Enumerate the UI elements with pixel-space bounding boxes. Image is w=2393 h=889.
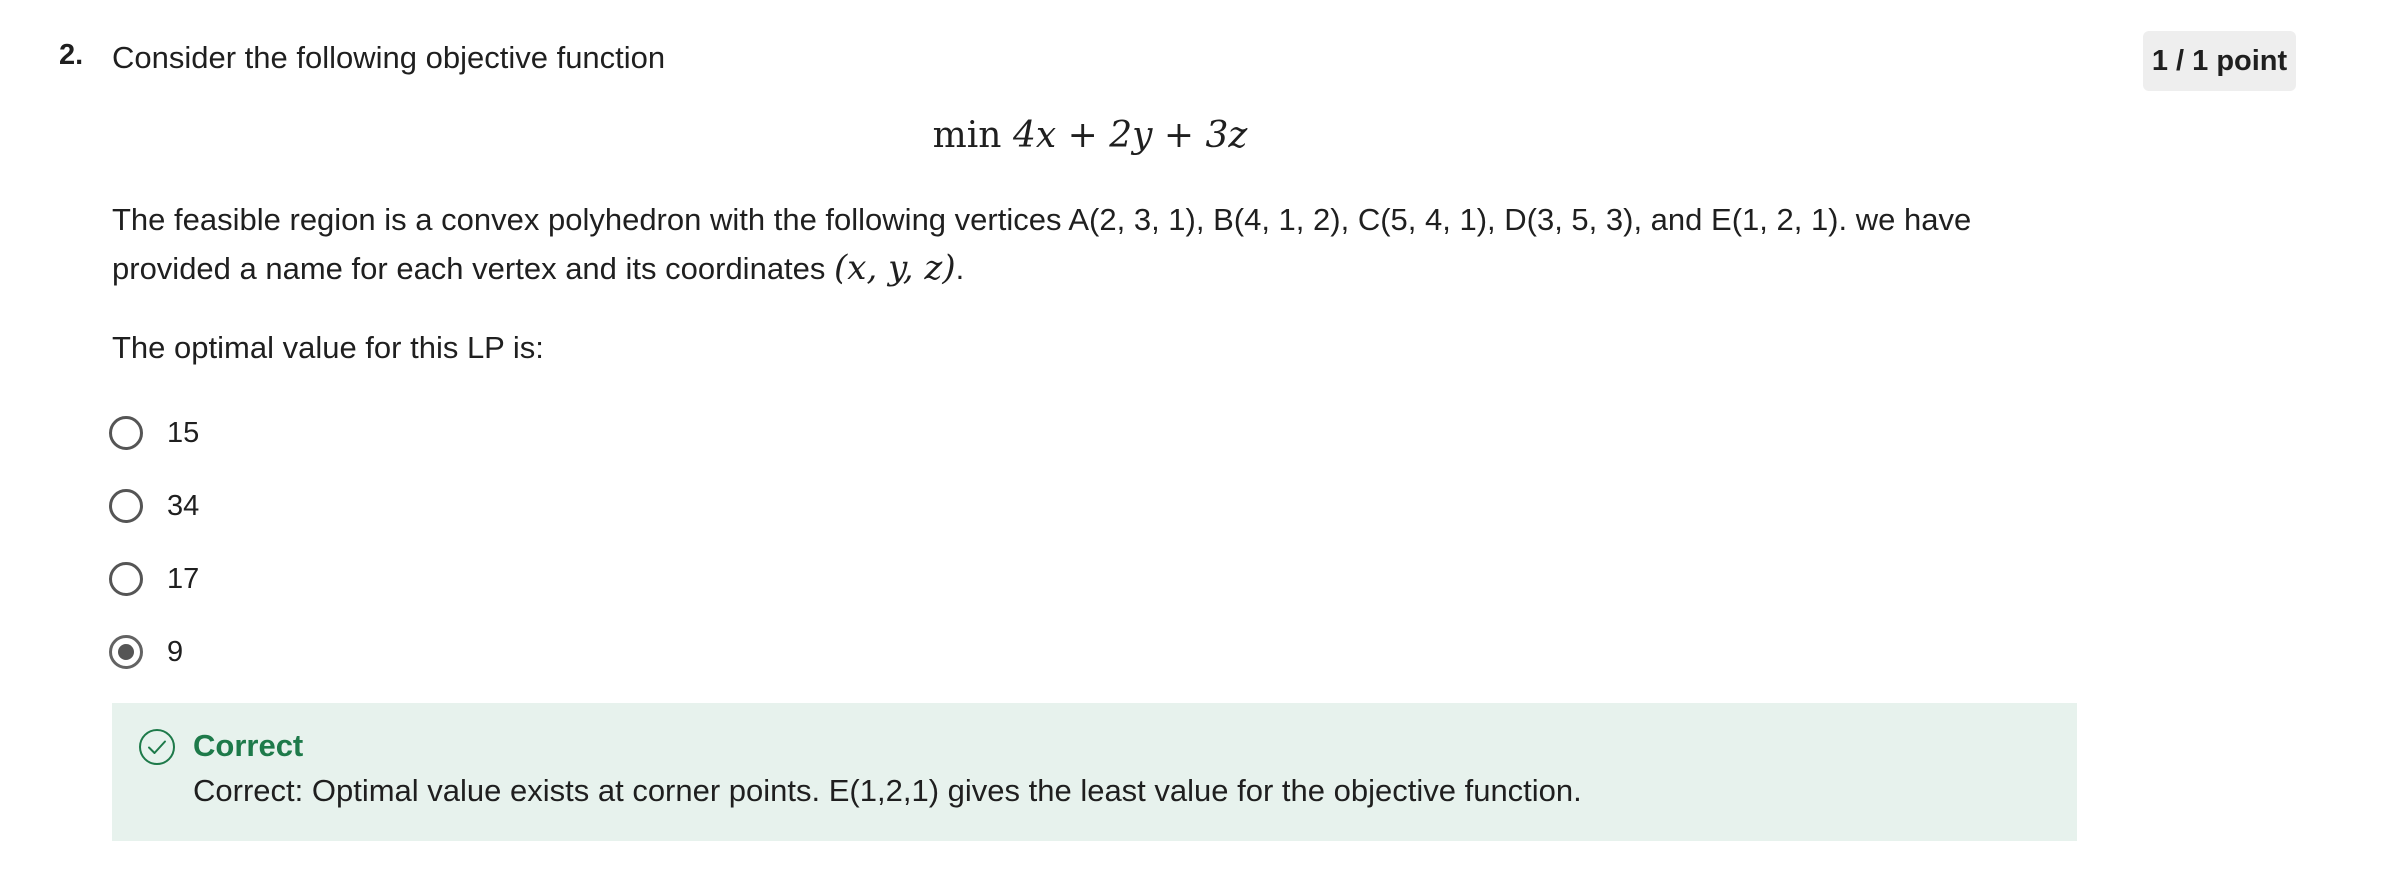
option-17[interactable]: 17: [109, 558, 199, 600]
feedback-panel: Correct Correct: Optimal value exists at…: [112, 703, 2077, 841]
option-label: 9: [167, 636, 184, 668]
check-circle-icon: [138, 728, 176, 766]
description-end: .: [955, 251, 965, 286]
question-description: The feasible region is a convex polyhedr…: [112, 196, 2062, 293]
radio-button[interactable]: [109, 489, 143, 523]
optimal-prompt: The optimal value for this LP is:: [112, 330, 544, 365]
question-prompt: Consider the following objective functio…: [112, 40, 666, 75]
option-label: 15: [167, 417, 200, 449]
option-34[interactable]: 34: [109, 485, 199, 527]
objective-equation: min 4x + 2y + 3z: [0, 112, 2180, 160]
radio-button-selected[interactable]: [109, 635, 143, 669]
radio-button[interactable]: [109, 562, 143, 596]
points-badge: 1 / 1 point: [2143, 31, 2296, 91]
objective-operator: min: [932, 115, 1002, 156]
option-label: 17: [167, 563, 200, 595]
objective-expression: 4x + 2y + 3z: [1012, 115, 1248, 156]
radio-button[interactable]: [109, 416, 143, 450]
option-15[interactable]: 15: [109, 412, 199, 454]
coordinates-notation: (x, y, z): [834, 248, 956, 288]
question-number: 2.: [59, 39, 84, 71]
feedback-message: Correct: Optimal value exists at corner …: [193, 773, 1582, 808]
description-text: The feasible region is a convex polyhedr…: [112, 202, 1972, 286]
feedback-status: Correct: [193, 728, 304, 763]
option-9[interactable]: 9: [109, 631, 183, 673]
option-label: 34: [167, 490, 200, 522]
